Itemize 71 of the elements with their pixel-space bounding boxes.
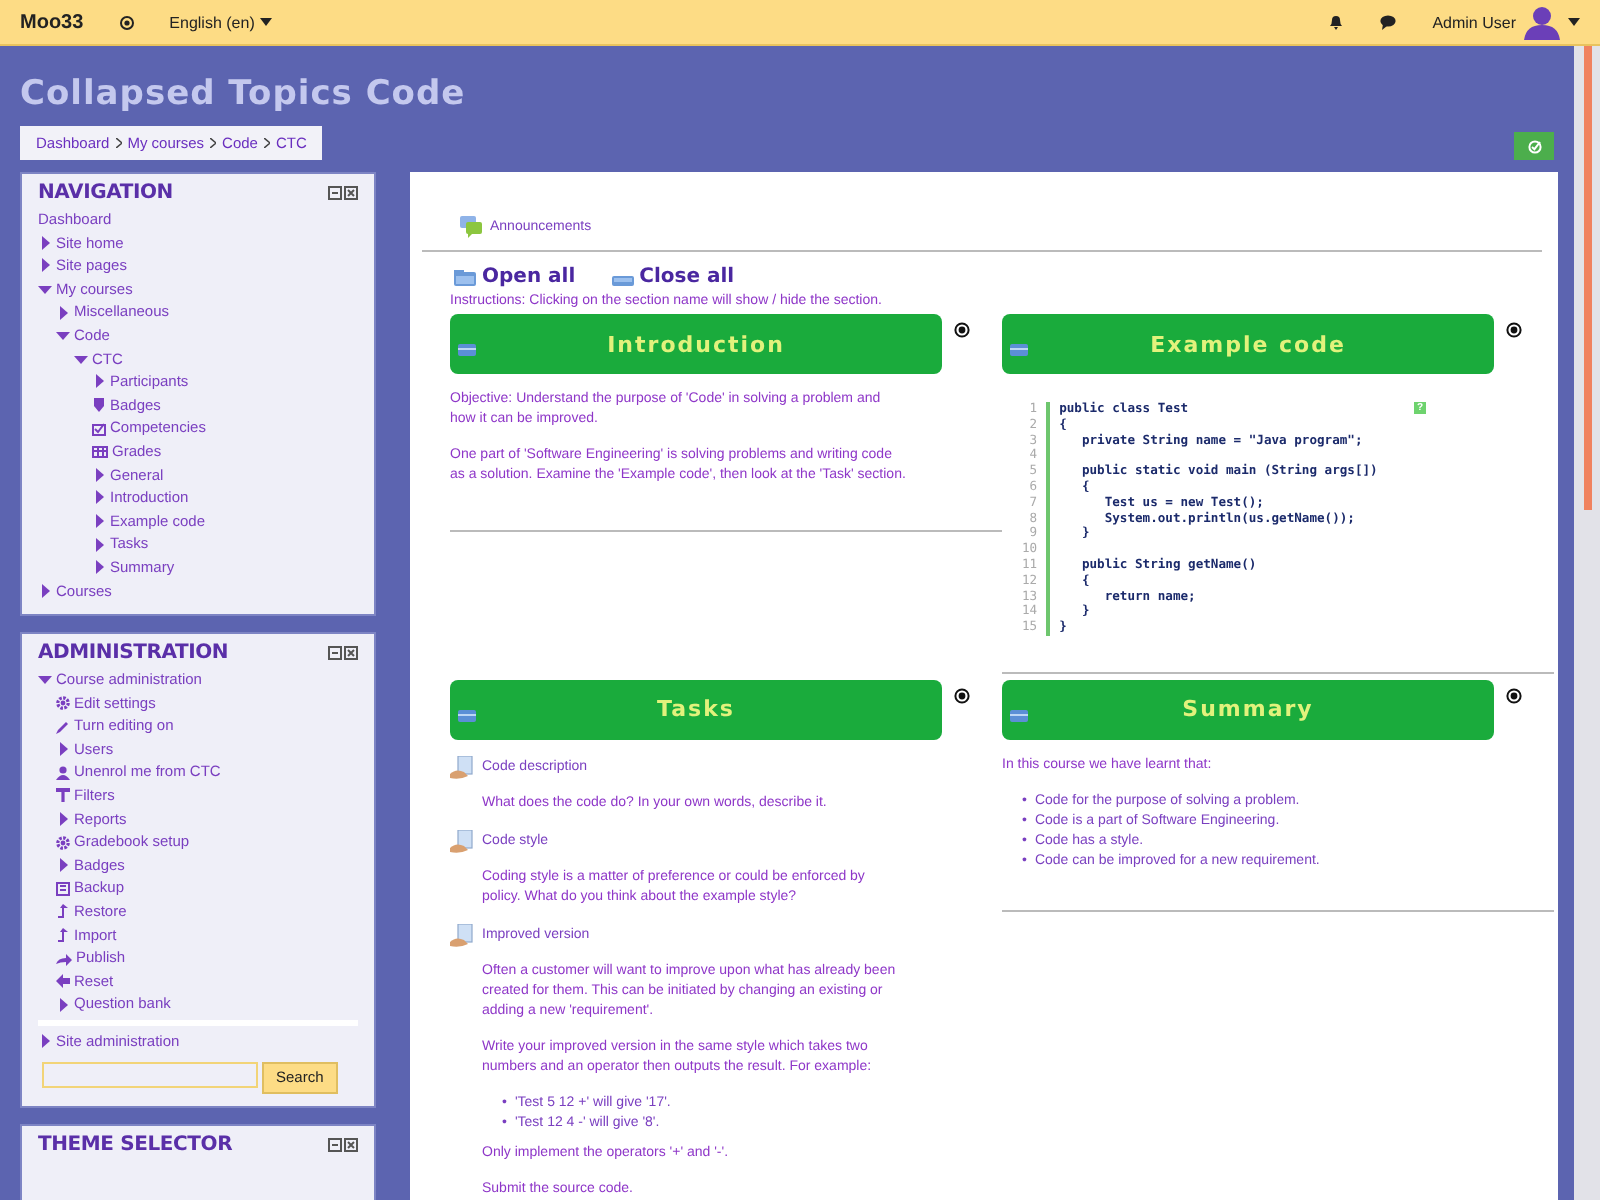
chevron-icon [263,137,270,147]
block-title: THEME SELECTOR [38,1133,233,1156]
chevron-icon [210,137,217,147]
language-menu[interactable]: English (en) [169,13,273,31]
collapsed-arrow-icon[interactable] [56,742,70,757]
collapsed-arrow-icon[interactable] [92,467,106,482]
dock-icon[interactable] [328,186,342,200]
avatar-icon[interactable] [1524,5,1560,39]
pencil-icon [56,719,70,734]
expanded-arrow-icon[interactable] [38,282,52,297]
collapsed-arrow-icon[interactable] [38,258,52,273]
shield-icon [92,398,106,413]
assignment-icon [450,755,476,780]
radio-icon[interactable] [954,687,970,704]
forum-icon [460,215,484,237]
site-name[interactable]: Moo33 [20,11,84,33]
share-arrow-icon [56,951,72,966]
collapsed-arrow-icon[interactable] [56,997,70,1012]
collapsed-arrow-icon[interactable] [92,490,106,505]
person-icon [56,765,70,780]
gear-icon [56,835,70,850]
collapsed-arrow-icon[interactable] [92,537,106,552]
assignment-icon [450,829,476,854]
assignment-icon [450,923,476,948]
table-icon [92,444,108,459]
check-circle-icon [1527,139,1541,153]
radio-icon[interactable] [1506,322,1522,338]
chevron-icon [115,137,122,147]
scrollbar[interactable] [1574,46,1600,1200]
filter-icon [56,788,70,803]
bell-icon[interactable] [1328,14,1345,30]
collapsed-arrow-icon[interactable] [92,560,106,575]
target-icon[interactable] [119,15,134,29]
collapsed-arrow-icon[interactable] [56,305,70,320]
caret-icon [260,18,273,26]
hide-icon[interactable] [344,186,358,200]
collapsed-arrow-icon[interactable] [92,514,106,529]
search-field[interactable] [42,1061,258,1088]
collapsed-arrow-icon[interactable] [92,374,106,389]
expanded-arrow-icon[interactable] [56,328,70,343]
dock-icon[interactable] [328,1137,342,1152]
radio-icon[interactable] [1506,687,1522,704]
user-name[interactable]: Admin User [1432,13,1516,31]
expanded-arrow-icon[interactable] [38,672,52,687]
collapsed-arrow-icon[interactable] [56,811,70,826]
caret-icon [1568,18,1580,26]
toggle-icon [458,344,476,356]
customise-button[interactable] [1514,132,1554,160]
checkbox-icon [92,421,106,436]
open-all-link[interactable]: Open all [454,266,576,288]
dock-icon[interactable] [328,646,342,661]
page-title: Collapsed Topics Code [20,74,468,114]
toggle-icon [458,709,476,722]
close-all-link[interactable]: Close all [611,266,735,288]
block-title: NAVIGATION [38,182,173,204]
folder-icon [454,268,478,286]
radio-icon[interactable] [954,322,970,338]
chat-icon[interactable] [1380,14,1397,30]
hide-icon[interactable] [344,1137,358,1152]
toggle-icon [1010,344,1028,356]
file-icon [56,881,70,896]
gear-icon [56,695,70,710]
collapsed-arrow-icon[interactable] [38,583,52,598]
collapsed-arrow-icon[interactable] [38,1034,52,1049]
collapsed-arrow-icon[interactable] [56,858,70,873]
block-title: ADMINISTRATION [38,642,229,665]
hide-icon[interactable] [344,646,358,661]
expanded-arrow-icon[interactable] [74,351,88,366]
collapsed-arrow-icon[interactable] [38,235,52,250]
toggle-icon [1010,709,1028,722]
left-arrow-icon [56,974,70,989]
